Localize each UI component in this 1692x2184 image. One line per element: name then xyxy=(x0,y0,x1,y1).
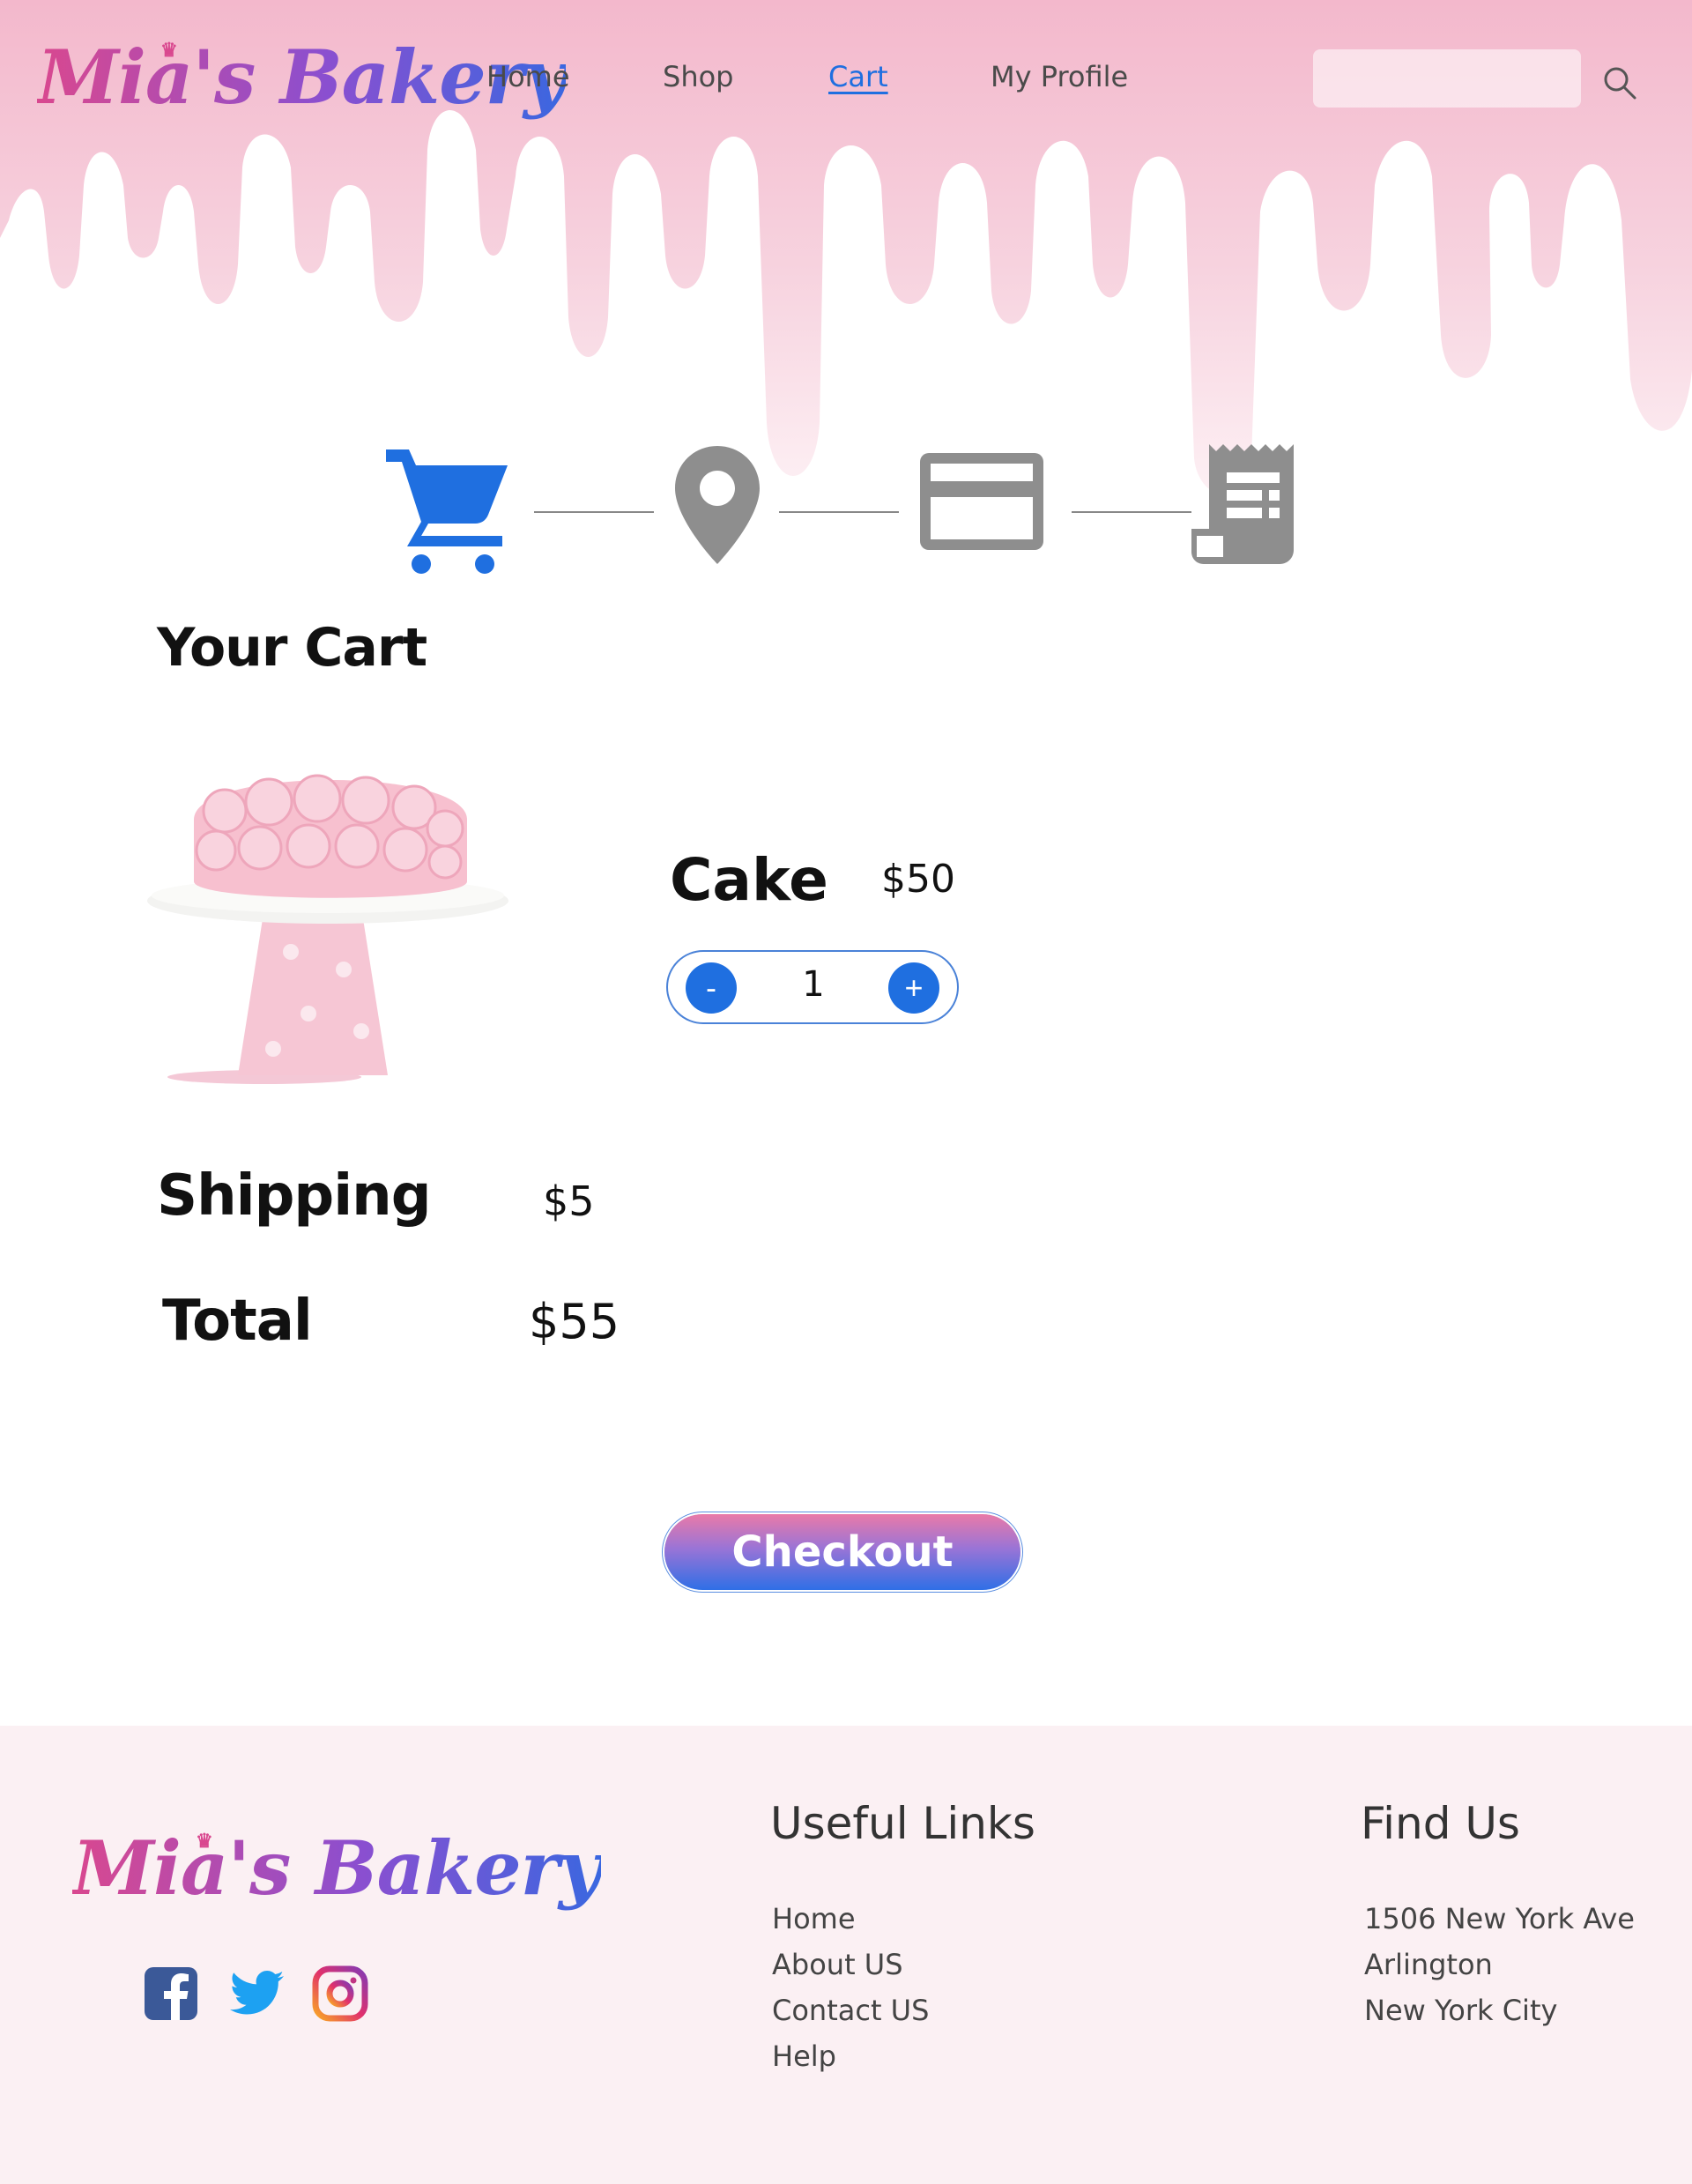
address-city: Arlington xyxy=(1364,1948,1493,1981)
progress-connector xyxy=(779,511,899,513)
page-title: Your Cart xyxy=(157,617,427,679)
footer-link-about-us[interactable]: About US xyxy=(772,1948,903,1981)
checkout-button[interactable]: Checkout xyxy=(664,1514,1020,1590)
nav-shop[interactable]: Shop xyxy=(663,60,733,93)
search-icon[interactable] xyxy=(1602,65,1637,100)
address-street: 1506 New York Ave xyxy=(1364,1902,1635,1935)
nav-home[interactable]: Home xyxy=(486,60,570,93)
footer-link-home[interactable]: Home xyxy=(772,1902,856,1935)
nav-cart[interactable]: Cart xyxy=(828,60,888,93)
footer-link-contact-us[interactable]: Contact US xyxy=(772,1994,929,2027)
twitter-icon[interactable] xyxy=(229,1965,286,2022)
facebook-icon[interactable] xyxy=(143,1965,199,2022)
shopping-cart-icon xyxy=(386,449,508,574)
total-value: $55 xyxy=(529,1294,620,1349)
shipping-value: $5 xyxy=(543,1177,595,1225)
useful-links-heading: Useful Links xyxy=(770,1798,1035,1849)
nav-my-profile[interactable]: My Profile xyxy=(991,60,1128,93)
location-pin-icon xyxy=(675,446,760,564)
progress-connector xyxy=(1072,511,1191,513)
item-name: Cake xyxy=(670,846,828,914)
search-input[interactable] xyxy=(1313,49,1581,108)
instagram-icon[interactable] xyxy=(312,1965,368,2022)
cake-icon: ♛ xyxy=(196,1830,213,1853)
product-image xyxy=(147,774,508,1084)
shipping-label: Shipping xyxy=(157,1163,432,1229)
logo-text: Mia's Bakery xyxy=(72,1824,601,1912)
total-label: Total xyxy=(162,1289,313,1354)
increase-quantity-button[interactable]: + xyxy=(888,962,939,1014)
find-us-heading: Find Us xyxy=(1361,1798,1520,1849)
credit-card-icon xyxy=(920,453,1043,550)
address-region: New York City xyxy=(1364,1994,1558,2027)
quantity-value[interactable]: 1 xyxy=(774,964,853,1005)
footer-logo[interactable]: ♛ Mia's Bakery xyxy=(72,1824,601,1912)
receipt-icon xyxy=(1191,444,1294,564)
quantity-stepper: - 1 + xyxy=(666,950,959,1024)
decrease-quantity-button[interactable]: - xyxy=(686,962,737,1014)
footer-link-help[interactable]: Help xyxy=(772,2039,836,2073)
progress-connector xyxy=(534,511,654,513)
cake-icon: ♛ xyxy=(160,39,178,62)
item-price: $50 xyxy=(881,857,955,902)
